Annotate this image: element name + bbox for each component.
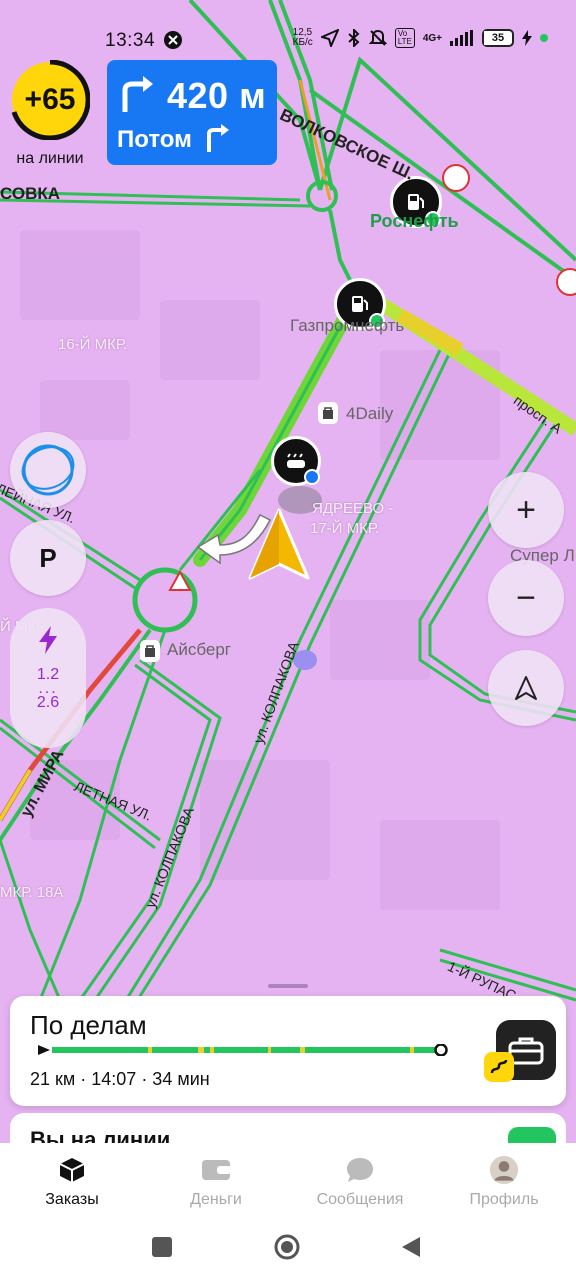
home-icon[interactable] — [273, 1233, 301, 1261]
recent-apps-icon[interactable] — [151, 1236, 173, 1258]
map-label-district: МКР. 18А — [0, 884, 64, 901]
zoom-in-button[interactable]: + — [488, 472, 564, 548]
route-badge — [484, 1052, 514, 1082]
sheet-drag-handle[interactable] — [268, 984, 308, 988]
map-label-district: 17-Й МКР. — [310, 520, 380, 537]
trip-info: 21 км · 14:07 · 34 мин — [30, 1069, 210, 1089]
volte-badge: Vo LTE — [394, 28, 415, 48]
map-label-rosneft: Роснефть — [370, 211, 459, 231]
tab-messages-label: Сообщения — [316, 1191, 404, 1208]
lightning-icon — [39, 626, 57, 654]
tab-profile[interactable]: Профиль — [432, 1143, 576, 1223]
shop-bag-icon — [140, 640, 160, 662]
status-label: на линии — [16, 150, 84, 167]
alice-icon — [21, 444, 75, 496]
zoom-out-button[interactable]: − — [488, 560, 564, 636]
location-icon — [320, 29, 339, 47]
maneuver-distance: 420 м — [167, 75, 267, 116]
status-bar: 13:34 12,5 КБ/с Vo LTE 4G+ 35 — [0, 22, 576, 58]
trip-title: По делам — [30, 1010, 147, 1040]
network-type: 4G+ — [422, 32, 442, 44]
map-label-district: 16-Й МКР. — [58, 336, 128, 353]
tab-money[interactable]: Деньги — [144, 1143, 288, 1223]
map-label-gazpromneft: Газпромнефть — [290, 316, 405, 335]
mute-icon — [368, 29, 387, 46]
map-label-road: СОВКА — [0, 184, 61, 203]
active-dot — [540, 34, 548, 42]
surge-pill[interactable]: 1.2 ... 2.6 — [10, 608, 86, 748]
alice-assistant-button[interactable] — [10, 432, 86, 508]
parking-button[interactable]: P — [10, 520, 86, 596]
bottom-navigation: Заказы Деньги Сообщения Профиль — [0, 1143, 576, 1223]
status-icons: 12,5 КБ/с Vo LTE 4G+ 35 — [293, 28, 548, 48]
parking-label: P — [39, 542, 57, 573]
tab-orders[interactable]: Заказы — [0, 1143, 144, 1223]
then-turn-right-icon — [207, 124, 229, 152]
zoom-in-label: + — [516, 491, 536, 529]
surge-max: 2.6 — [36, 694, 60, 711]
system-navigation-bar — [0, 1223, 576, 1280]
chat-bubble-icon — [347, 1158, 373, 1182]
shop-bag-icon — [318, 402, 338, 424]
app-notification-icon — [164, 31, 182, 49]
compass-arrow-icon — [515, 676, 537, 700]
map-label-aisberg: Айсберг — [167, 640, 231, 659]
back-icon[interactable] — [400, 1235, 422, 1259]
status-time: 13:34 — [105, 30, 156, 51]
car-wash-icon[interactable] — [271, 436, 321, 486]
avatar-icon — [489, 1155, 519, 1185]
current-position-icon — [248, 508, 310, 580]
then-label: Потом — [117, 126, 192, 153]
zoom-out-label: − — [516, 579, 536, 617]
battery-icon: 35 — [482, 29, 514, 47]
map-label-4daily: 4Daily — [346, 404, 394, 423]
route-progress-bar — [38, 1044, 448, 1056]
map-label-district: ЯДРЕЕВО - — [312, 500, 394, 517]
signal-icon — [450, 30, 473, 46]
turn-right-icon — [122, 76, 153, 112]
route-squiggle-icon — [490, 1059, 508, 1074]
tab-money-label: Деньги — [190, 1191, 242, 1208]
orders-box-icon — [59, 1158, 85, 1182]
tab-profile-label: Профиль — [469, 1191, 539, 1208]
bluetooth-icon — [348, 29, 360, 47]
compass-button[interactable] — [488, 650, 564, 726]
wallet-icon — [202, 1160, 231, 1180]
trip-card[interactable]: По делам 21 км · 14:07 · 34 мин — [10, 996, 566, 1106]
surge-dots: ... — [38, 680, 58, 697]
charging-icon — [522, 30, 532, 46]
score-badge[interactable]: +65 — [10, 60, 90, 140]
tab-orders-label: Заказы — [45, 1191, 99, 1208]
net-speed: 12,5 КБ/с — [292, 27, 313, 48]
tab-messages[interactable]: Сообщения — [288, 1143, 432, 1223]
maneuver-card[interactable]: 420 м Потом — [107, 60, 277, 165]
